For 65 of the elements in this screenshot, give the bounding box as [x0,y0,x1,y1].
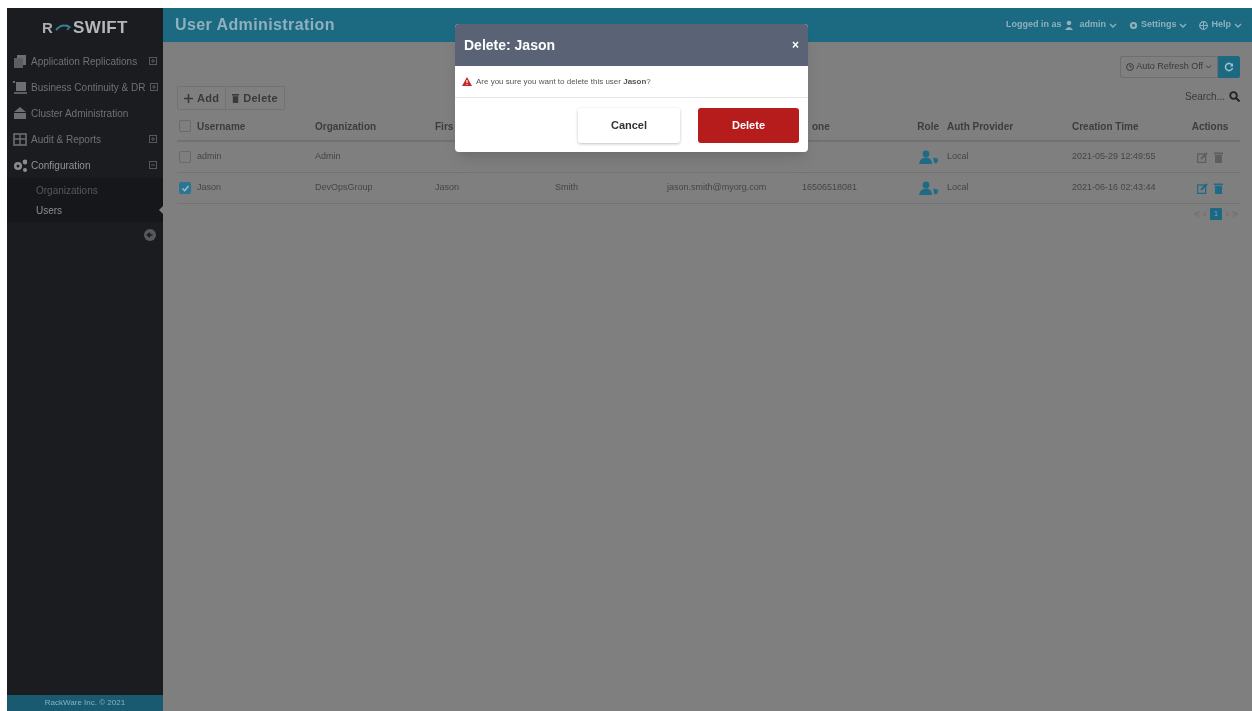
sidebar-item[interactable]: Business Continuity & DR [31,79,146,95]
user-shield-icon [919,150,939,164]
help-menu[interactable]: Help [1199,18,1242,32]
column-header: Actions [1191,119,1229,134]
gear-icon [1128,20,1138,30]
trash-icon [232,93,240,103]
caret-icon [1205,64,1212,70]
settings-menu[interactable]: Settings [1128,18,1188,32]
sidebar-item[interactable]: Configuration [31,157,145,173]
logo-text: R [42,17,53,38]
table-cell: jason.smith@myorg.com [667,181,767,195]
user-shield-icon [919,181,939,195]
close-button[interactable]: × [792,39,799,51]
refresh-button[interactable] [1218,56,1240,78]
search-field[interactable]: Search... [1185,88,1225,104]
collapse-icon[interactable] [149,161,157,169]
sidebar-subitem[interactable]: Users [7,200,163,220]
cancel-button[interactable]: Cancel [578,107,680,143]
sidebar-item[interactable]: Cluster Administration [31,105,157,121]
column-header: one [812,119,830,134]
add-button[interactable]: Add [178,87,227,109]
plus-icon [184,93,193,103]
delete-confirm-button[interactable]: Delete [698,107,799,143]
column-header: Role [917,119,939,134]
warning-icon [462,77,472,86]
gears-icon [13,157,27,173]
delete-button[interactable]: Delete [226,87,284,109]
user-menu[interactable]: admin [1079,18,1117,32]
column-header: Username [197,119,246,134]
edit-icon[interactable] [1197,182,1208,194]
clock-icon [1126,63,1135,71]
page-title: User Administration [175,15,335,35]
copy-icon [13,53,27,69]
sidebar-item[interactable]: Application Replications [31,53,145,69]
page-button[interactable]: 1 [1210,208,1222,220]
swoosh-icon [54,23,71,33]
caret-icon [1108,21,1117,29]
table-icon [13,131,27,147]
caret-icon [1179,21,1188,29]
globe-icon [1199,20,1209,30]
collapse-sidebar-icon[interactable] [144,229,156,241]
expand-icon[interactable] [149,57,157,65]
server-icon [13,79,27,95]
footer-text: RackWare Inc. © 2021 [7,695,163,711]
search-icon [1229,90,1240,102]
user-icon [1065,20,1076,30]
logo-text: SWIFT [72,17,128,40]
table-cell: 16506518081 [802,181,858,195]
expand-icon[interactable] [149,135,157,143]
caret-icon [1234,21,1242,29]
dialog-message: Are you sure you want to delete this user Jason? [476,75,651,88]
auto-refresh-dropdown[interactable]: Auto Refresh Off [1120,56,1218,78]
expand-icon[interactable] [149,83,158,91]
logged-in-label: Logged in as [1005,18,1062,32]
sidebar-item[interactable]: Audit & Reports [31,131,145,147]
refresh-icon [1224,62,1234,72]
column-header: Auth Provider [947,119,1014,134]
column-header: Organization [315,119,377,134]
building-icon [13,105,27,121]
trash-icon[interactable] [1214,182,1223,194]
column-header: Creation Time [1072,119,1139,134]
checkbox[interactable] [179,182,191,194]
sidebar-subitem[interactable]: Organizations [7,180,163,200]
column-header: Firs [435,119,454,134]
dialog-title: Delete: Jason [464,35,556,55]
